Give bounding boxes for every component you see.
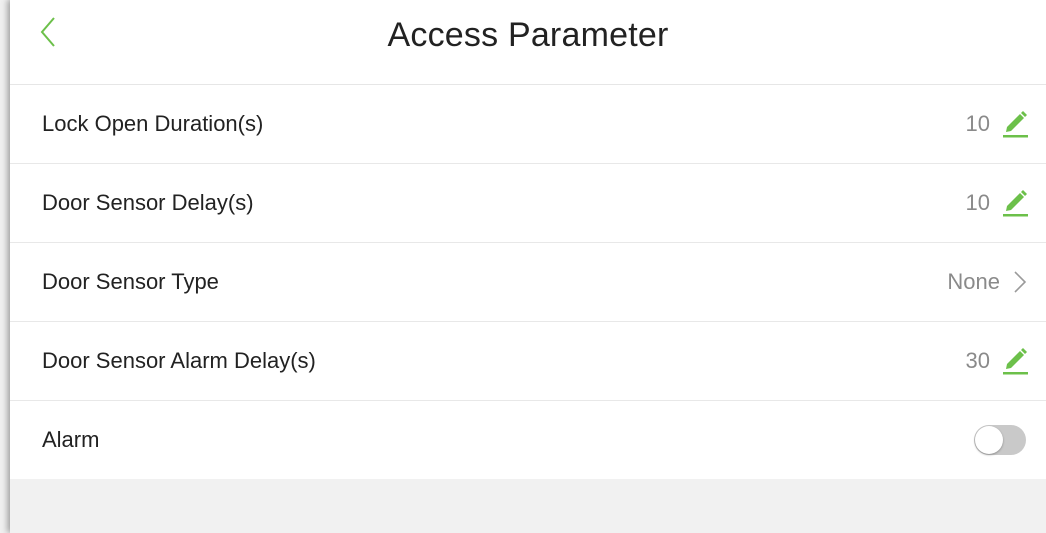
- setting-label: Door Sensor Alarm Delay(s): [42, 348, 316, 373]
- settings-list: Lock Open Duration(s) 10 Door Sensor Del…: [10, 85, 1046, 479]
- alarm-toggle[interactable]: [974, 425, 1026, 455]
- setting-row-door-sensor-type[interactable]: Door Sensor Type None: [10, 243, 1046, 322]
- setting-value: 10: [965, 111, 990, 136]
- setting-label: Lock Open Duration(s): [42, 111, 264, 136]
- edit-button[interactable]: [1000, 342, 1030, 381]
- setting-row-door-sensor-alarm-delay[interactable]: Door Sensor Alarm Delay(s) 30: [10, 322, 1046, 401]
- pencil-icon: [1003, 110, 1028, 137]
- setting-value-group: 10: [966, 184, 1030, 223]
- setting-value-group: 10: [966, 105, 1030, 144]
- setting-row-lock-open-duration[interactable]: Lock Open Duration(s) 10: [10, 85, 1046, 164]
- edit-button[interactable]: [1000, 105, 1030, 144]
- setting-label: Door Sensor Type: [42, 269, 219, 294]
- pencil-icon: [1003, 347, 1028, 374]
- setting-value-group: None: [947, 267, 1030, 297]
- setting-value-group: 30: [966, 342, 1030, 381]
- setting-value: 30: [965, 348, 990, 373]
- setting-label: Door Sensor Delay(s): [42, 190, 254, 215]
- setting-row-alarm: Alarm: [10, 401, 1046, 479]
- setting-value: None: [947, 269, 1000, 294]
- toggle-knob: [975, 426, 1003, 454]
- screen: Access Parameter Lock Open Duration(s) 1…: [10, 0, 1046, 533]
- setting-row-door-sensor-delay[interactable]: Door Sensor Delay(s) 10: [10, 164, 1046, 243]
- edit-button[interactable]: [1000, 184, 1030, 223]
- setting-value: 10: [965, 190, 990, 215]
- setting-label: Alarm: [42, 427, 100, 452]
- page-title: Access Parameter: [387, 16, 669, 54]
- chevron-right-icon: [1014, 271, 1027, 293]
- header: Access Parameter: [10, 0, 1046, 85]
- pencil-icon: [1003, 189, 1028, 216]
- setting-value-group: [974, 425, 1030, 455]
